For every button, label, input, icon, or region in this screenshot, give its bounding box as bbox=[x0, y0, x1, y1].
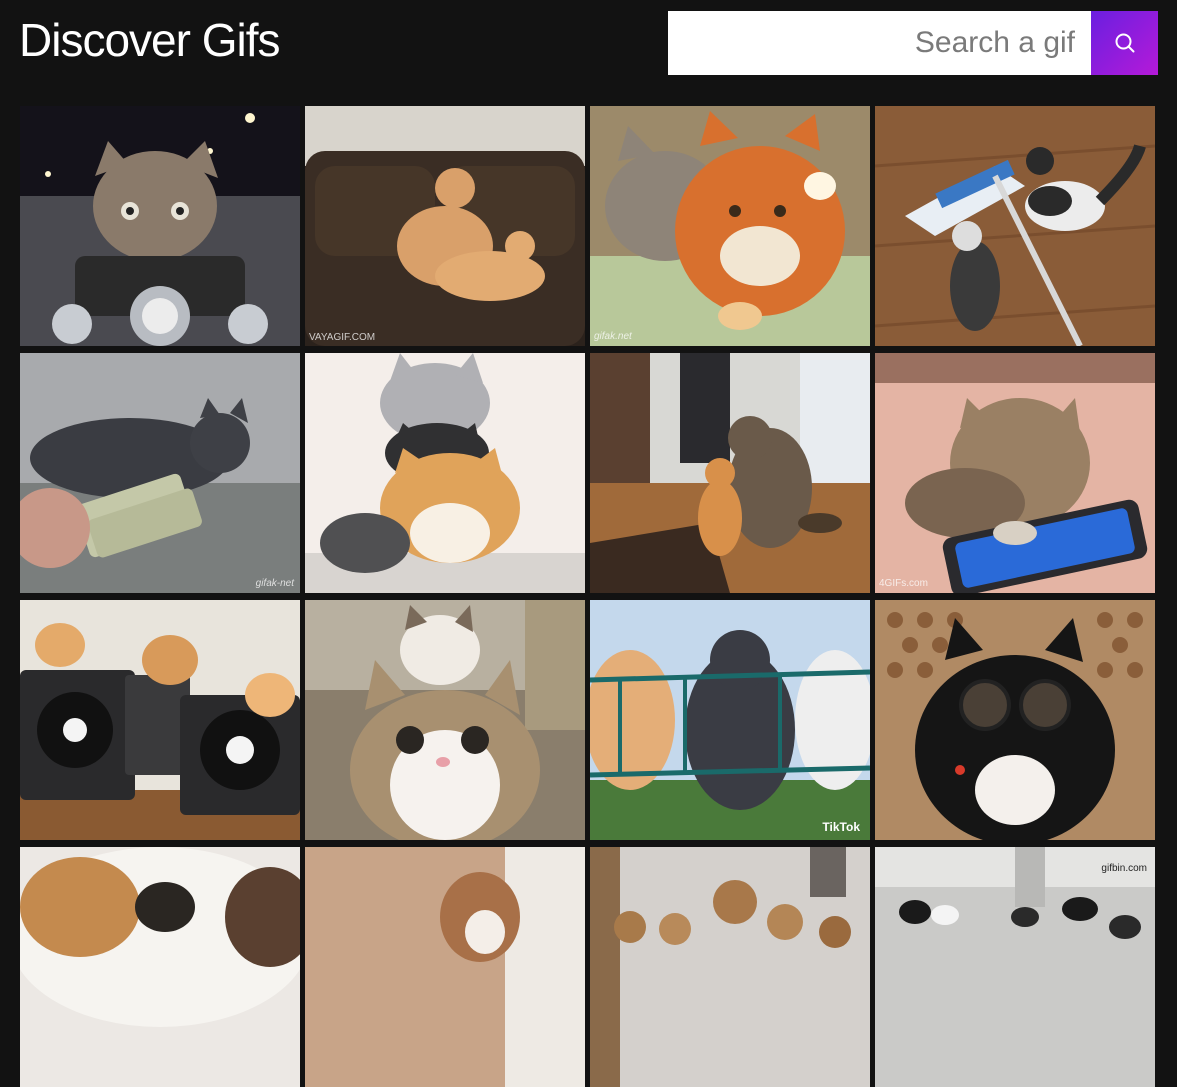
search-input[interactable] bbox=[668, 11, 1091, 75]
gif-tile[interactable] bbox=[590, 353, 870, 593]
gif-image bbox=[875, 106, 1155, 346]
search-bar bbox=[668, 11, 1158, 75]
gif-tile[interactable] bbox=[305, 847, 585, 1087]
gif-image bbox=[875, 600, 1155, 840]
gif-tile[interactable] bbox=[590, 847, 870, 1087]
watermark: 4GIFs.com bbox=[879, 578, 928, 589]
gif-tile[interactable] bbox=[20, 600, 300, 840]
gif-image bbox=[20, 600, 300, 840]
watermark: VAYAGIF.COM bbox=[309, 332, 376, 343]
gif-image bbox=[20, 353, 300, 593]
gif-tile[interactable]: TikTok bbox=[590, 600, 870, 840]
gif-tile[interactable]: gifbin.com bbox=[875, 847, 1155, 1087]
gif-image bbox=[590, 353, 870, 593]
gif-image bbox=[875, 847, 1155, 1087]
gif-image bbox=[20, 847, 300, 1087]
gif-image bbox=[305, 353, 585, 593]
gif-tile[interactable]: gifak.net bbox=[590, 106, 870, 346]
gif-image bbox=[590, 106, 870, 346]
watermark: gifak.net bbox=[594, 331, 632, 342]
gif-image bbox=[590, 847, 870, 1087]
gif-tile[interactable] bbox=[305, 353, 585, 593]
gif-image bbox=[590, 600, 870, 840]
page-title: Discover Gifs bbox=[19, 14, 280, 66]
gif-tile[interactable]: VAYAGIF.COM bbox=[305, 106, 585, 346]
header: Discover Gifs bbox=[0, 0, 1177, 100]
gif-tile[interactable] bbox=[20, 847, 300, 1087]
gif-image bbox=[305, 106, 585, 346]
gif-tile[interactable] bbox=[20, 106, 300, 346]
watermark: gifak-net bbox=[255, 578, 294, 589]
gif-grid: VAYAGIF.COM gifak.net gifak-net 4GIFs.co… bbox=[20, 106, 1155, 1087]
gif-tile[interactable]: 4GIFs.com bbox=[875, 353, 1155, 593]
search-icon bbox=[1115, 33, 1134, 53]
gif-tile[interactable]: gifak-net bbox=[20, 353, 300, 593]
search-button[interactable] bbox=[1091, 11, 1158, 75]
gif-image bbox=[305, 600, 585, 840]
gif-tile[interactable] bbox=[875, 600, 1155, 840]
gif-tile[interactable] bbox=[305, 600, 585, 840]
gif-image bbox=[20, 106, 300, 346]
gif-tile[interactable] bbox=[875, 106, 1155, 346]
watermark: gifbin.com bbox=[1101, 863, 1147, 874]
watermark: TikTok bbox=[822, 820, 860, 834]
gif-image bbox=[305, 847, 585, 1087]
gif-image bbox=[875, 353, 1155, 593]
